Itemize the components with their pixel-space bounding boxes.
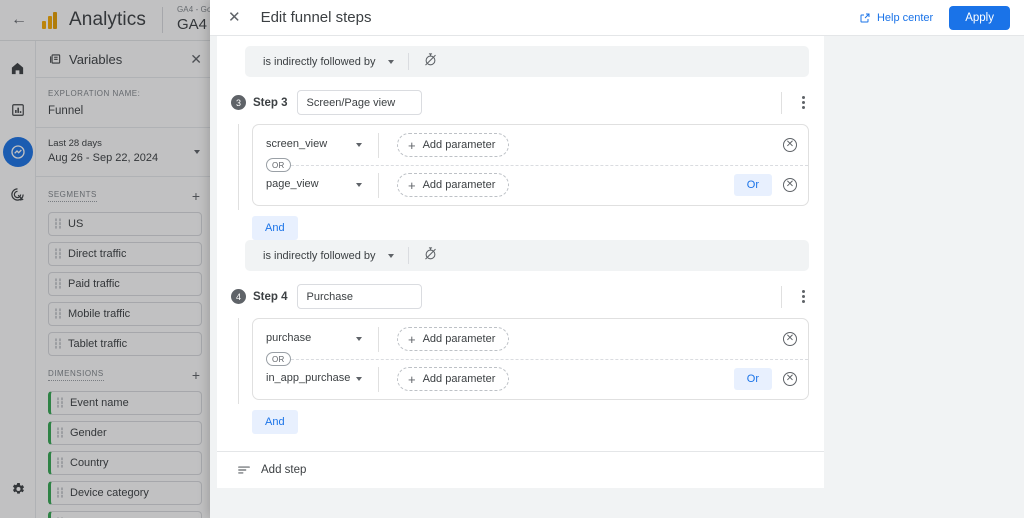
step-actions: [781, 285, 810, 308]
funnel-steps-container: is indirectly followed by 3 Step 3 Screen/P…: [217, 36, 824, 451]
add-parameter-label: Add parameter: [422, 373, 496, 385]
chevron-down-icon: [387, 253, 394, 258]
page-title: Edit funnel steps: [260, 9, 372, 26]
sequence-type-label: is indirectly followed by: [263, 55, 376, 68]
row-actions: ✕: [783, 138, 797, 152]
add-step-label: Add step: [261, 464, 307, 476]
remove-condition-icon[interactable]: ✕: [783, 178, 797, 192]
step-connector-line: [238, 318, 239, 404]
help-center-label: Help center: [876, 11, 934, 24]
condition-row: page_view + Add parameter Or ✕: [253, 165, 808, 205]
row-actions: Or ✕: [733, 368, 797, 390]
divider: [378, 366, 379, 392]
condition-row: in_app_purchase + Add parameter Or ✕: [253, 359, 808, 399]
step-connector-line: [238, 124, 239, 210]
divider: [781, 285, 782, 308]
add-parameter-label: Add parameter: [422, 333, 496, 345]
chevron-down-icon: [387, 59, 394, 64]
event-name-value: purchase: [266, 332, 312, 345]
chevron-down-icon[interactable]: [356, 337, 362, 341]
and-button[interactable]: And: [252, 410, 298, 434]
plus-icon: +: [408, 177, 416, 193]
or-button[interactable]: Or: [733, 368, 772, 390]
add-step-button[interactable]: Add step: [237, 464, 306, 476]
external-link-icon: [860, 13, 870, 22]
divider: [378, 172, 379, 198]
add-parameter-label: Add parameter: [422, 179, 496, 191]
remove-condition-icon[interactable]: ✕: [783, 332, 797, 346]
step-options-icon[interactable]: [796, 290, 810, 303]
step-header: 3 Step 3 Screen/Page view: [231, 90, 810, 115]
row-actions: ✕: [783, 332, 797, 346]
add-parameter-label: Add parameter: [422, 139, 496, 151]
condition-row: purchase + Add parameter ✕: [253, 319, 808, 359]
add-step-bar: Add step: [217, 451, 824, 488]
sequence-type-dropdown[interactable]: is indirectly followed by: [255, 56, 394, 68]
dialog-header: ✕ Edit funnel steps Help center Apply: [210, 0, 1024, 36]
event-name-value: in_app_purchase: [266, 372, 351, 385]
add-step-icon: [238, 466, 250, 474]
timer-off-icon[interactable]: [423, 52, 438, 72]
step-actions: [781, 91, 810, 114]
step-number-badge: 3: [231, 95, 246, 110]
plus-icon: +: [408, 371, 416, 387]
and-button[interactable]: And: [252, 216, 298, 240]
plus-icon: +: [408, 331, 416, 347]
add-parameter-button[interactable]: + Add parameter: [397, 133, 510, 157]
sequence-constraint-row: is indirectly followed by: [245, 240, 809, 271]
plus-icon: +: [408, 137, 416, 153]
condition-card: purchase + Add parameter ✕ OR in_app_purchase…: [252, 318, 809, 400]
step-name-input[interactable]: Purchase: [296, 284, 422, 309]
add-parameter-button[interactable]: + Add parameter: [397, 367, 510, 391]
close-icon[interactable]: ✕: [228, 10, 241, 25]
remove-condition-icon[interactable]: ✕: [783, 138, 797, 152]
condition-row: screen_view + Add parameter ✕: [253, 125, 808, 165]
event-name-value: screen_view: [266, 138, 328, 151]
step-options-icon[interactable]: [796, 96, 810, 109]
divider: [378, 326, 379, 352]
step-name-input[interactable]: Screen/Page view: [296, 90, 422, 115]
step-body: purchase + Add parameter ✕ OR in_app_purchase…: [231, 318, 810, 434]
add-parameter-button[interactable]: + Add parameter: [397, 327, 510, 351]
divider: [407, 53, 409, 70]
row-actions: Or ✕: [733, 174, 797, 196]
event-name-value: page_view: [266, 178, 319, 191]
add-parameter-button[interactable]: + Add parameter: [397, 173, 510, 197]
step-label: Step 4: [253, 290, 288, 303]
chevron-down-icon[interactable]: [356, 183, 362, 187]
step-label: Step 3: [253, 96, 288, 109]
or-button[interactable]: Or: [733, 174, 772, 196]
step-body: screen_view + Add parameter ✕ OR page_view + Ad…: [231, 124, 810, 240]
timer-off-icon[interactable]: [423, 246, 438, 266]
divider: [781, 91, 782, 114]
condition-card: screen_view + Add parameter ✕ OR page_view + Ad…: [252, 124, 809, 206]
help-center-link[interactable]: Help center: [859, 12, 933, 24]
remove-condition-icon[interactable]: ✕: [783, 372, 797, 386]
chevron-down-icon[interactable]: [356, 143, 362, 147]
chevron-down-icon[interactable]: [356, 377, 362, 381]
dialog-body: is indirectly followed by 3 Step 3 Screen/P…: [217, 36, 824, 488]
sequence-constraint-row: is indirectly followed by: [245, 46, 809, 77]
divider: [378, 132, 379, 158]
step-number-badge: 4: [231, 289, 246, 304]
sequence-type-dropdown[interactable]: is indirectly followed by: [255, 250, 394, 262]
sequence-type-label: is indirectly followed by: [263, 249, 376, 262]
edit-funnel-steps-dialog: ✕ Edit funnel steps Help center Apply is…: [210, 0, 1024, 518]
apply-button[interactable]: Apply: [949, 5, 1010, 30]
app-root: ← Analytics GA4 - Google Merch S GA4 - G…: [0, 0, 1024, 518]
step-header: 4 Step 4 Purchase: [231, 284, 810, 309]
divider: [407, 247, 409, 264]
